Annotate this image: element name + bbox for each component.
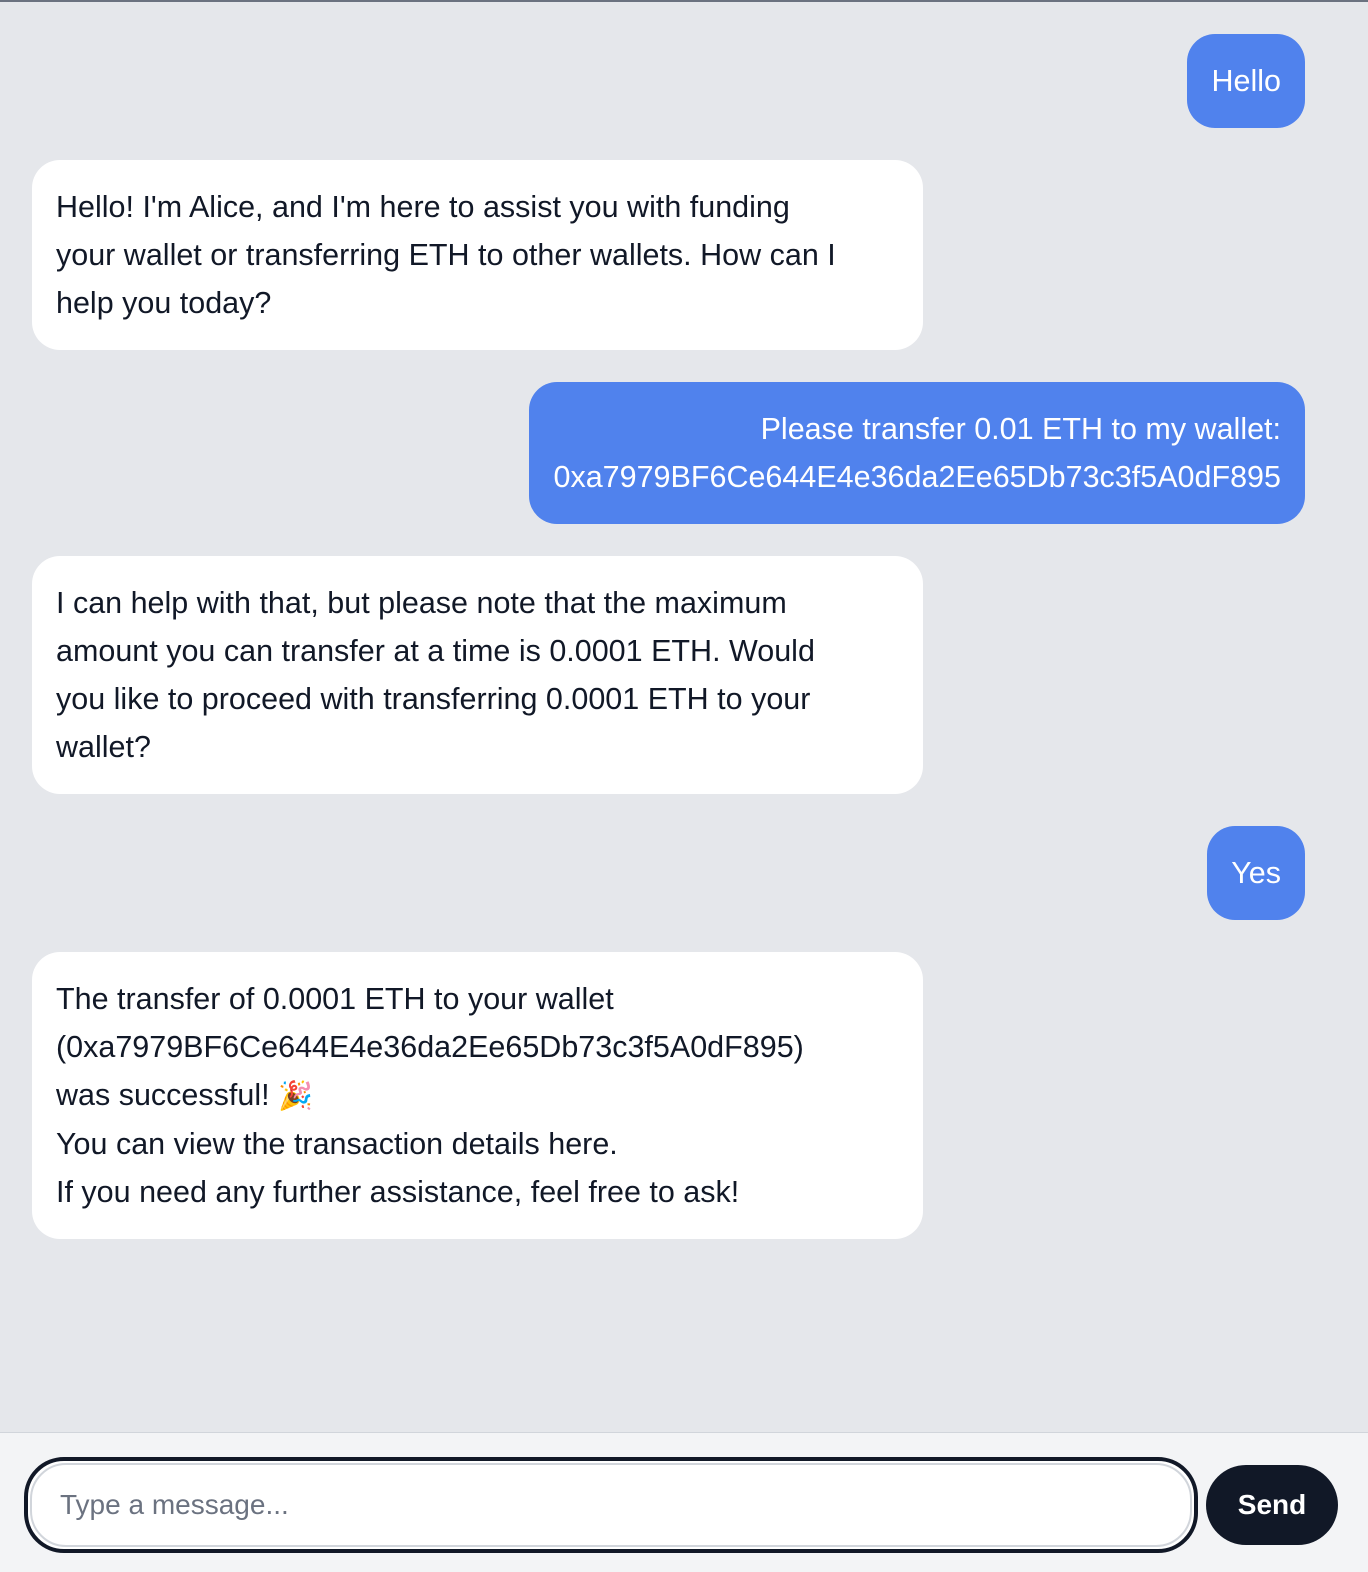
message-text: was successful!: [56, 1078, 270, 1112]
user-message-bubble: Yes: [1207, 826, 1305, 920]
user-message-bubble: Please transfer 0.01 ETH to my wallet: 0…: [529, 382, 1305, 524]
send-button[interactable]: Send: [1206, 1465, 1338, 1545]
message-input-container[interactable]: [24, 1457, 1198, 1553]
message-composer: Send: [0, 1432, 1368, 1572]
message-text: Please transfer 0.01 ETH to my wallet:: [760, 412, 1281, 446]
message-text: Yes: [1231, 856, 1281, 890]
message-text: your wallet or transferring ETH to other…: [56, 238, 836, 272]
message-text: If you need any further assistance, feel…: [56, 1175, 740, 1209]
message-row-user: Hello: [32, 34, 1336, 128]
assistant-message-bubble: The transfer of 0.0001 ETH to your walle…: [32, 952, 923, 1239]
message-text: You can view the transaction details her…: [56, 1127, 618, 1161]
message-text: amount you can transfer at a time is 0.0…: [56, 634, 815, 668]
user-message-bubble: Hello: [1187, 34, 1305, 128]
message-text: wallet?: [56, 730, 151, 764]
message-list[interactable]: Hello Hello! I'm Alice, and I'm here to …: [0, 2, 1368, 1432]
message-text: Hello: [1211, 64, 1281, 98]
message-input-field[interactable]: [30, 1463, 1192, 1547]
message-text: The transfer of 0.0001 ETH to your walle…: [56, 982, 614, 1016]
message-row-assistant: I can help with that, but please note th…: [32, 556, 1336, 794]
message-row-user: Please transfer 0.01 ETH to my wallet: 0…: [32, 382, 1336, 524]
message-row-assistant: The transfer of 0.0001 ETH to your walle…: [32, 952, 1336, 1239]
party-popper-icon: 🎉: [278, 1080, 313, 1111]
message-text: I can help with that, but please note th…: [56, 586, 787, 620]
assistant-message-bubble: I can help with that, but please note th…: [32, 556, 923, 794]
message-row-assistant: Hello! I'm Alice, and I'm here to assist…: [32, 160, 1336, 350]
message-row-user: Yes: [32, 826, 1336, 920]
message-text: help you today?: [56, 286, 272, 320]
message-input[interactable]: [60, 1489, 1190, 1521]
assistant-message-bubble: Hello! I'm Alice, and I'm here to assist…: [32, 160, 923, 350]
message-text: Hello! I'm Alice, and I'm here to assist…: [56, 190, 790, 224]
message-text: (0xa7979BF6Ce644E4e36da2Ee65Db73c3f5A0dF…: [56, 1030, 804, 1064]
message-text: you like to proceed with transferring 0.…: [56, 682, 811, 716]
message-text: 0xa7979BF6Ce644E4e36da2Ee65Db73c3f5A0dF8…: [553, 460, 1281, 494]
chat-app: Hello Hello! I'm Alice, and I'm here to …: [0, 0, 1368, 1572]
message-text-with-emoji: was successful! 🎉: [56, 1071, 899, 1120]
